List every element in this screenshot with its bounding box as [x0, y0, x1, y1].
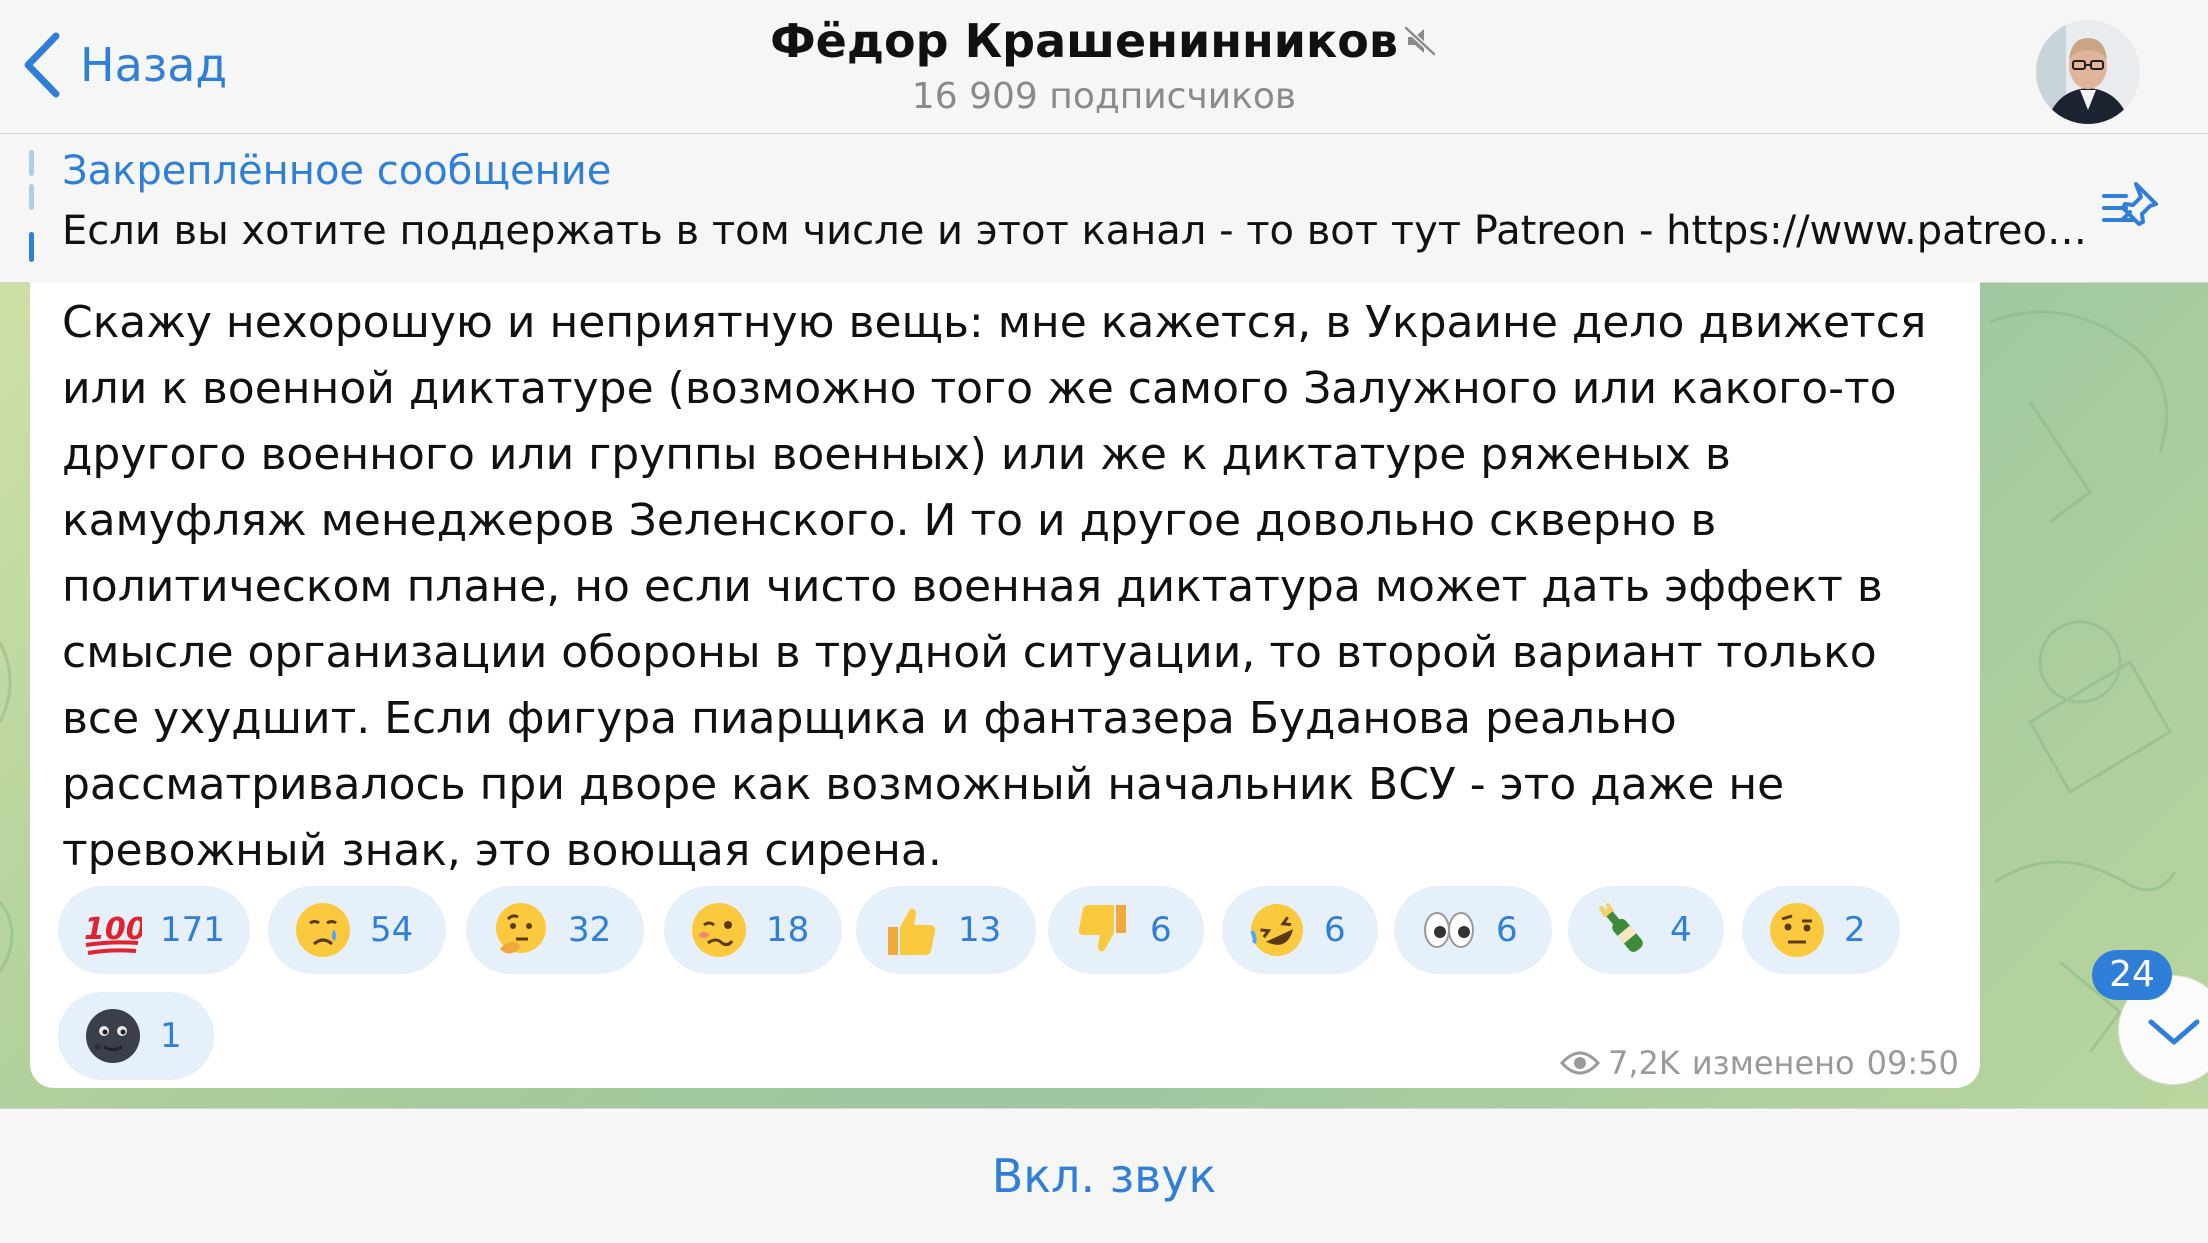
avatar-image [2036, 20, 2140, 124]
woozy-face-icon [692, 903, 746, 957]
unread-count-badge: 24 [2092, 950, 2172, 1000]
reaction-hundred-points[interactable]: 100 171 [58, 886, 250, 974]
reaction-new-moon-face[interactable]: 1 [58, 992, 214, 1080]
message-bubble[interactable]: Скажу нехорошую и неприятную вещь: мне к… [30, 282, 1980, 1088]
reaction-raised-eyebrow-face[interactable]: 2 [1742, 886, 1900, 974]
reaction-count: 32 [568, 910, 612, 950]
reaction-count: 1 [160, 1016, 182, 1056]
reaction-count: 2 [1844, 910, 1866, 950]
reaction-woozy-face[interactable]: 18 [664, 886, 842, 974]
reaction-champagne-bottle[interactable]: 4 [1568, 886, 1724, 974]
reaction-count: 6 [1150, 910, 1172, 950]
message-line: все ухудшит. Если фигура пиарщика и фант… [62, 693, 1677, 744]
reaction-count: 13 [958, 910, 1002, 950]
pinned-list-icon[interactable] [2100, 176, 2164, 236]
pin-indicator-segment [29, 184, 34, 210]
pin-indicator-active [29, 232, 34, 262]
crying-face-icon [296, 903, 350, 957]
message-line: другого военного или группы военных) или… [62, 429, 1731, 480]
message-text: Скажу нехорошую и неприятную вещь: мне к… [62, 290, 1962, 884]
bottom-bar: Вкл. звук [0, 1108, 2208, 1243]
eyes-icon [1424, 912, 1474, 948]
channel-title-block[interactable]: Фёдор Крашенинников 16 909 подписчиков [0, 14, 2208, 117]
new-moon-face-icon [86, 1009, 140, 1063]
chevron-down-icon [2148, 1019, 2200, 1045]
chat-header: Назад Фёдор Крашенинников 16 909 подписч… [0, 0, 2208, 134]
reaction-thumbs-down[interactable]: 6 [1048, 886, 1204, 974]
rolling-laughing-face-icon [1250, 904, 1303, 956]
pinned-text: Если вы хотите поддержать в том числе и … [62, 208, 2102, 254]
reaction-count: 6 [1496, 910, 1518, 950]
reaction-count: 54 [370, 910, 414, 950]
views-eye-icon [1560, 1051, 1600, 1075]
pinned-title: Закреплённое сообщение [62, 148, 612, 194]
message-meta: 7,2K изменено 09:50 [1560, 1042, 1959, 1084]
pinned-message-bar[interactable]: Закреплённое сообщение Если вы хотите по… [0, 134, 2208, 283]
reaction-thumbs-up[interactable]: 13 [856, 886, 1036, 974]
message-line: тревожный знак, это воющая сирена. [62, 825, 942, 876]
reaction-count: 171 [160, 910, 225, 950]
pin-indicator-segment [29, 150, 34, 176]
message-line: или к военной диктатуре (возможно того ж… [62, 363, 1897, 414]
thinking-face-icon [496, 903, 546, 954]
raised-eyebrow-face-icon [1770, 903, 1824, 957]
reaction-crying-face[interactable]: 54 [268, 886, 446, 974]
reaction-thinking-face[interactable]: 32 [466, 886, 644, 974]
champagne-bottle-icon [1599, 903, 1643, 952]
hundred-points-icon: 100 [84, 912, 142, 955]
reaction-count: 6 [1324, 910, 1346, 950]
reaction-eyes[interactable]: 6 [1394, 886, 1552, 974]
message-line: камуфляж менеджеров Зеленского. И то и д… [62, 495, 1717, 546]
unmute-button[interactable]: Вкл. звук [0, 1149, 2208, 1203]
channel-title: Фёдор Крашенинников [770, 14, 1398, 68]
subscriber-count: 16 909 подписчиков [911, 76, 1297, 117]
thumbs-up-icon [888, 908, 936, 955]
reaction-count: 4 [1670, 910, 1692, 950]
message-line: Скажу нехорошую и неприятную вещь: мне к… [62, 297, 1927, 348]
message-line: рассматривалось при дворе как возможный … [62, 759, 1785, 810]
message-line: смысле организации обороны в трудной сит… [62, 627, 1877, 678]
edited-label: изменено [1691, 1044, 1855, 1082]
speaker-muted-icon [1404, 26, 1436, 56]
thumbs-down-icon [1078, 905, 1126, 952]
views-count: 7,2K [1608, 1044, 1680, 1082]
message-line: политическом плане, но если чисто военна… [62, 561, 1883, 612]
message-time: 09:50 [1866, 1044, 1959, 1082]
channel-avatar[interactable] [2036, 20, 2140, 124]
reaction-count: 18 [766, 910, 810, 950]
reaction-rolling-laughing-face[interactable]: 6 [1222, 886, 1378, 974]
